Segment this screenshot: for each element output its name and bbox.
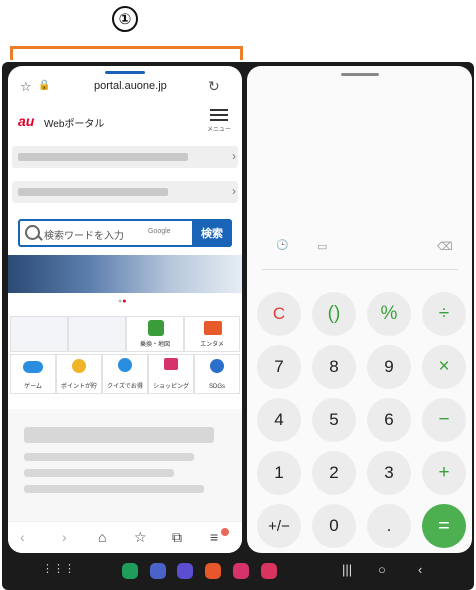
key-decimal[interactable]: .	[367, 504, 411, 548]
calc-divider	[262, 269, 458, 270]
service-label: SDGs	[208, 384, 225, 390]
key-parentheses[interactable]: ()	[312, 292, 356, 336]
search-box[interactable]: 検索ワードを入力 Google 検索	[18, 219, 232, 247]
menu-label: メニュー	[207, 127, 232, 133]
news-headline-1[interactable]: ›	[12, 146, 238, 168]
home-icon[interactable]: ⌂	[98, 529, 106, 545]
services-row-1: 乗換・地図 エンタメ	[8, 316, 242, 352]
menu-icon[interactable]: ≡	[210, 529, 218, 545]
key-8[interactable]: 8	[312, 345, 356, 389]
reload-icon[interactable]: ↻	[208, 78, 220, 95]
service-label: クイズでお得	[107, 384, 143, 390]
key-percent[interactable]: %	[367, 292, 411, 336]
address-bar[interactable]: ☆ 🔒 portal.auone.jp ↻	[8, 74, 242, 100]
points-coin-icon	[72, 359, 86, 373]
key-2[interactable]: 2	[312, 451, 356, 495]
key-subtract[interactable]: −	[422, 398, 466, 442]
messages-app-icon[interactable]	[150, 563, 166, 579]
ruler-icon[interactable]: ▭	[317, 240, 327, 253]
google-mark: Google	[148, 228, 171, 235]
service-label: 乗換・地図	[139, 342, 170, 348]
chevron-right-icon: ›	[232, 149, 236, 163]
phone-app-icon[interactable]	[122, 563, 138, 579]
back-icon[interactable]: ‹	[20, 529, 25, 545]
promo-banner[interactable]	[8, 255, 242, 293]
key-divide[interactable]: ÷	[422, 292, 466, 336]
gallery-app-icon[interactable]	[233, 563, 249, 579]
key-equals[interactable]: =	[422, 504, 466, 548]
service-tile-game[interactable]: ゲーム	[10, 354, 56, 394]
key-6[interactable]: 6	[367, 398, 411, 442]
split-handle-right[interactable]	[341, 73, 379, 76]
browser-toolbar: ‹ › ⌂ ☆ ⧉ ≡	[8, 521, 242, 553]
service-tile-points[interactable]: ポイントが貯	[56, 354, 102, 394]
key-3[interactable]: 3	[367, 451, 411, 495]
news-headline-2[interactable]: ›	[12, 181, 238, 203]
service-tile-entertainment[interactable]: エンタメ	[184, 316, 240, 352]
tabs-icon[interactable]: ⧉	[172, 529, 182, 546]
lock-icon: 🔒	[38, 80, 51, 91]
callout-bracket	[10, 46, 243, 60]
camera-app-icon[interactable]	[261, 563, 277, 579]
carousel-dots: ●●	[118, 298, 127, 305]
service-tile-blurred[interactable]	[68, 316, 126, 352]
service-tile-blurred[interactable]	[10, 316, 68, 352]
forward-icon[interactable]: ›	[62, 529, 67, 545]
key-4[interactable]: 4	[257, 398, 301, 442]
service-label: ショッピング	[152, 384, 189, 390]
search-icon	[25, 225, 40, 240]
history-icon[interactable]: 🕒	[276, 240, 288, 251]
ticket-icon	[204, 321, 222, 335]
recents-icon[interactable]: |||	[342, 562, 352, 577]
key-7[interactable]: 7	[257, 345, 301, 389]
key-1[interactable]: 1	[257, 451, 301, 495]
service-tile-transit[interactable]: 乗換・地図	[126, 316, 184, 352]
train-icon	[148, 320, 164, 336]
key-5[interactable]: 5	[312, 398, 356, 442]
browser-pane[interactable]: ☆ 🔒 portal.auone.jp ↻ au Webポータル メニュー › …	[8, 66, 242, 553]
service-label: ポイントが貯	[60, 384, 97, 390]
home-button-icon[interactable]: ○	[378, 562, 386, 577]
key-clear[interactable]: C	[257, 292, 301, 336]
service-tile-sdgs[interactable]: SDGs	[194, 354, 240, 394]
back-button-icon[interactable]: ‹	[418, 562, 422, 577]
service-tile-quiz[interactable]: クイズでお得	[102, 354, 148, 394]
url-text[interactable]: portal.auone.jp	[94, 80, 167, 92]
quiz-icon	[118, 358, 132, 372]
gamepad-icon	[23, 361, 43, 373]
internet-app-icon[interactable]	[177, 563, 193, 579]
backspace-icon[interactable]: ⌫	[437, 240, 453, 253]
search-button[interactable]: 検索	[192, 219, 232, 247]
calculator-pane[interactable]: 🕒 ▭ ⌫ C () % ÷ 7 8 9 × 4 5 6 − 1 2 3 + +…	[247, 66, 472, 553]
shopping-cart-icon	[164, 358, 178, 370]
notification-dot	[221, 528, 229, 536]
chevron-right-icon: ›	[232, 184, 236, 198]
key-0[interactable]: 0	[312, 504, 356, 548]
store-app-icon[interactable]	[205, 563, 221, 579]
system-nav-bar: ⋮⋮⋮ ||| ○ ‹	[2, 556, 474, 590]
app-drawer-icon[interactable]: ⋮⋮⋮	[42, 562, 75, 575]
service-label: エンタメ	[200, 342, 224, 348]
services-row-2: ゲーム ポイントが貯 クイズでお得 ショッピング SDGs	[8, 354, 242, 394]
search-input[interactable]: 検索ワードを入力	[44, 227, 124, 242]
callout-number-marker: ①	[112, 6, 138, 32]
portal-name: Webポータル	[44, 119, 105, 130]
bookmark-star-icon[interactable]: ☆	[20, 79, 32, 95]
site-menu-button[interactable]: メニュー	[206, 106, 232, 133]
bookmark-add-icon[interactable]: ☆	[134, 529, 147, 546]
service-label: ゲーム	[24, 384, 42, 390]
key-multiply[interactable]: ×	[422, 345, 466, 389]
globe-icon	[210, 359, 224, 373]
key-9[interactable]: 9	[367, 345, 411, 389]
key-plus-minus[interactable]: +/−	[257, 504, 301, 548]
service-tile-shopping[interactable]: ショッピング	[148, 354, 194, 394]
key-add[interactable]: +	[422, 451, 466, 495]
au-logo[interactable]: au	[18, 113, 34, 129]
article-blurred[interactable]	[8, 409, 242, 521]
